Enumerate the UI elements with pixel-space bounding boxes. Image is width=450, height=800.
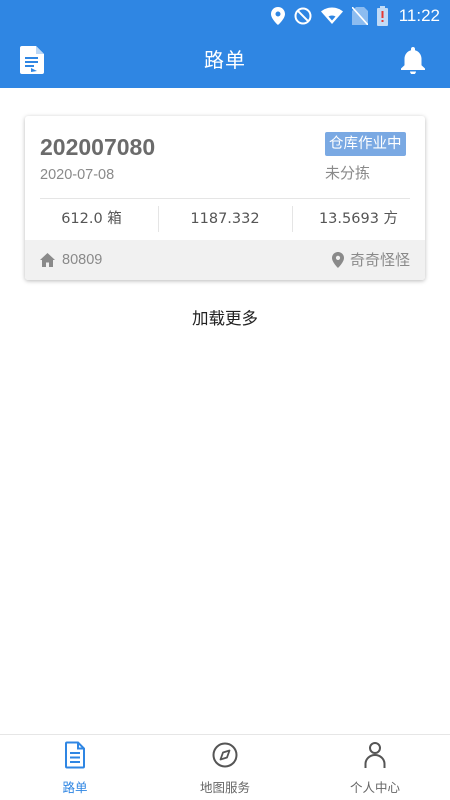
- stat-volume: 13.5693 方: [318, 211, 399, 227]
- page-title: 路单: [204, 48, 246, 72]
- status-time: 11:22: [398, 6, 440, 25]
- order-date: 2020-07-08: [40, 167, 115, 183]
- nav-item-profile[interactable]: 个人中心: [300, 735, 450, 800]
- do-not-disturb-icon: [294, 7, 312, 25]
- nav-item-map-service[interactable]: 地图服务: [150, 735, 300, 800]
- order-card[interactable]: 202007080 2020-07-08 仓库作业中 未分拣 612.0 箱 1…: [25, 116, 425, 280]
- compass-icon: [212, 742, 238, 768]
- bell-icon[interactable]: [400, 46, 426, 74]
- app-screen: 11:22 路单 202007080 2020-07-08 仓库作业中 未分拣 …: [0, 0, 450, 800]
- location-icon: [270, 7, 285, 25]
- card-footer: 80809 奇奇怪怪: [25, 240, 425, 280]
- order-number: 202007080: [40, 134, 156, 160]
- stat-boxes: 612.0 箱: [61, 211, 122, 227]
- warehouse-code: 80809: [62, 252, 103, 268]
- battery-low-icon: [376, 6, 388, 26]
- home-icon: [40, 253, 55, 267]
- load-more-button[interactable]: 加载更多: [0, 304, 450, 334]
- nav-item-waybill[interactable]: 路单: [0, 735, 150, 800]
- sort-status: 未分拣: [325, 164, 371, 182]
- nav-label: 地图服务: [199, 780, 250, 795]
- app-bar: 路单: [0, 32, 450, 88]
- person-icon: [364, 742, 386, 768]
- order-stats: 612.0 箱 1187.332 13.5693 方: [25, 204, 425, 234]
- no-sim-icon: [351, 7, 368, 25]
- wifi-icon: [320, 7, 343, 24]
- nav-label: 个人中心: [349, 780, 400, 795]
- location-pin-icon: [332, 252, 344, 268]
- nav-label: 路单: [62, 780, 88, 795]
- stat-weight: 1187.332: [190, 211, 260, 227]
- status-bar: 11:22: [0, 0, 450, 32]
- status-badge: 仓库作业中: [325, 132, 406, 156]
- bottom-navigation: 路单 地图服务 个人中心: [0, 734, 450, 800]
- destination-place: 奇奇怪怪: [349, 251, 410, 269]
- waybill-icon: [65, 741, 85, 769]
- card-divider: [40, 198, 410, 199]
